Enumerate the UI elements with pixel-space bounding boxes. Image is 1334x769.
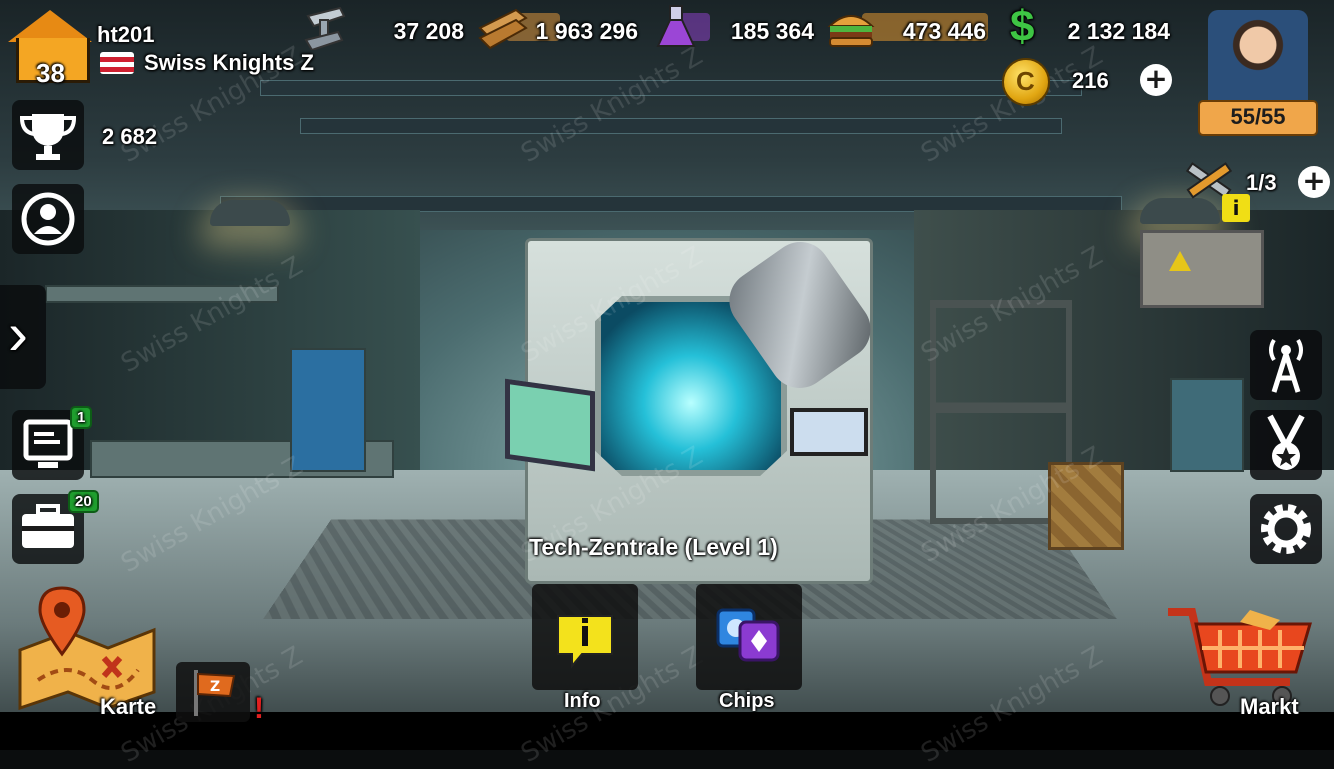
add-coins-button[interactable]: + bbox=[1140, 64, 1172, 96]
profile-button[interactable] bbox=[12, 184, 84, 254]
clan-alert: ! bbox=[254, 692, 264, 725]
clan-war-button[interactable]: Z bbox=[176, 662, 250, 722]
coins-value: 216 bbox=[1072, 68, 1109, 93]
avatar bbox=[1208, 10, 1308, 110]
market-button[interactable] bbox=[1160, 590, 1330, 710]
resource-cash-value: 2 132 184 bbox=[1067, 18, 1170, 44]
info-speech-icon bbox=[557, 615, 613, 669]
radio-tower-icon bbox=[1269, 338, 1303, 393]
resource-cash[interactable]: $ 2 132 184 bbox=[1006, 2, 1176, 51]
medals-button[interactable] bbox=[1250, 410, 1322, 480]
chips-label: Chips bbox=[719, 690, 775, 712]
gear-icon bbox=[1261, 504, 1311, 554]
chips-button[interactable] bbox=[696, 584, 802, 690]
builders-info-badge[interactable]: i bbox=[1222, 194, 1250, 222]
coin-icon: C bbox=[1002, 58, 1050, 106]
monitor bbox=[505, 378, 595, 472]
steel-beam-icon bbox=[304, 6, 346, 50]
player-level-badge[interactable]: 38 bbox=[8, 10, 92, 88]
clan-flag-icon bbox=[100, 52, 134, 74]
clan-flag-icon: Z bbox=[194, 670, 236, 716]
shelf-left bbox=[45, 285, 279, 303]
map-button[interactable] bbox=[8, 580, 158, 711]
svg-text:Z: Z bbox=[210, 679, 220, 695]
profile-target-icon bbox=[21, 192, 75, 246]
expand-menu-button[interactable]: › bbox=[0, 285, 46, 389]
add-builder-button[interactable]: + bbox=[1298, 166, 1330, 198]
trophy-button[interactable] bbox=[12, 100, 84, 170]
info-label: Info bbox=[564, 690, 601, 712]
chips-icon bbox=[716, 608, 780, 662]
wall-cabinet bbox=[290, 348, 366, 472]
player-name[interactable]: ht201 bbox=[97, 22, 154, 48]
resource-wood[interactable]: 1 963 296 bbox=[476, 8, 646, 50]
builders-value: 1/3 bbox=[1246, 170, 1277, 195]
resource-food[interactable]: 473 446 bbox=[826, 8, 996, 47]
market-label: Markt bbox=[1240, 694, 1299, 719]
inventory-badge: 20 bbox=[68, 490, 99, 513]
dollar-icon: $ bbox=[1010, 2, 1035, 51]
wood-planks-icon bbox=[478, 8, 528, 50]
building-title: Tech-Zentrale (Level 1) bbox=[529, 534, 778, 560]
chevron-right-icon: › bbox=[8, 300, 28, 367]
shopping-cart-icon bbox=[1168, 608, 1312, 706]
ceiling-beam bbox=[260, 80, 1082, 96]
radio-tower-button[interactable] bbox=[1250, 330, 1322, 400]
resource-oil-value: 185 364 bbox=[730, 18, 814, 44]
burger-icon bbox=[827, 15, 875, 47]
control-panel bbox=[790, 408, 868, 456]
player-level: 38 bbox=[36, 58, 65, 88]
resource-steel[interactable]: 37 208 bbox=[300, 6, 470, 50]
medal-icon bbox=[1267, 414, 1305, 470]
hazard-icon bbox=[1169, 251, 1191, 271]
ceiling-beam bbox=[300, 118, 1062, 134]
energy-counter[interactable]: 55/55 bbox=[1198, 100, 1318, 136]
clan-name[interactable]: Swiss Knights Z bbox=[144, 50, 314, 76]
wooden-crate bbox=[1048, 462, 1124, 550]
ceiling-lamp bbox=[210, 200, 290, 226]
news-badge: 1 bbox=[70, 406, 93, 429]
info-button[interactable] bbox=[532, 584, 638, 690]
trophy-count: 2 682 bbox=[102, 124, 158, 149]
electrical-box bbox=[1140, 230, 1264, 308]
map-icon bbox=[18, 586, 156, 711]
resource-steel-value: 37 208 bbox=[393, 18, 464, 44]
map-label: Karte bbox=[100, 694, 157, 719]
flask-icon bbox=[656, 5, 696, 47]
resource-oil[interactable]: 185 364 bbox=[654, 5, 824, 47]
scene-background bbox=[0, 0, 1334, 750]
generator bbox=[1170, 378, 1244, 472]
trophy-icon bbox=[19, 114, 77, 160]
settings-button[interactable] bbox=[1250, 494, 1322, 564]
resource-wood-value: 1 963 296 bbox=[535, 18, 638, 44]
resource-food-value: 473 446 bbox=[902, 18, 986, 44]
